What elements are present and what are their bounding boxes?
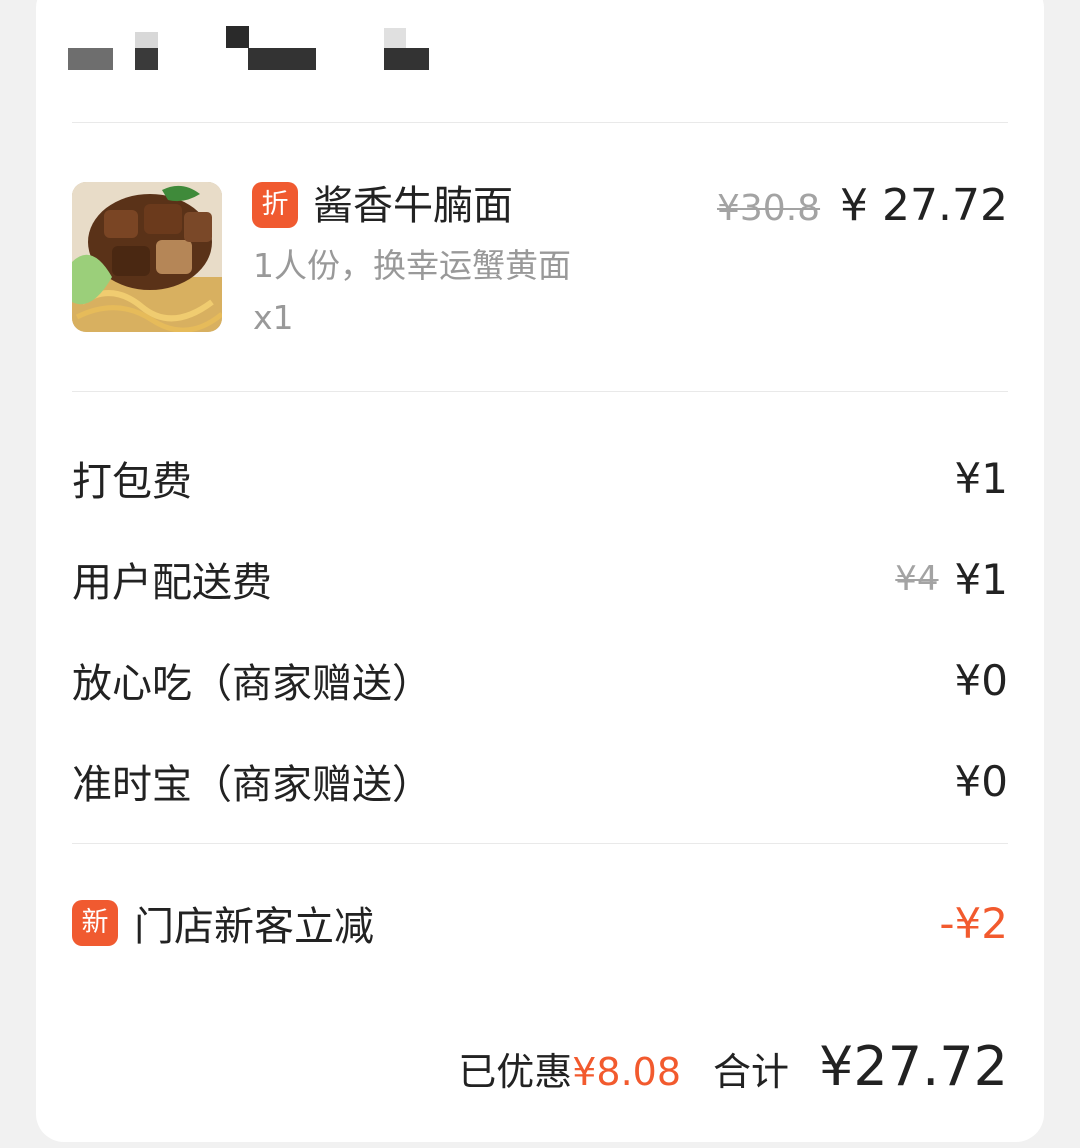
divider-fees: [72, 843, 1008, 844]
saved-label: 已优惠: [458, 1050, 573, 1094]
item-prices: ¥30.8 ¥ 27.72: [717, 180, 1008, 232]
divider-items: [72, 391, 1008, 392]
discount-label-group: 新 门店新客立减: [72, 894, 374, 952]
fee-value: ¥0: [955, 656, 1008, 705]
fee-label: 准时宝（商家赠送）: [72, 762, 432, 808]
fee-label: 放心吃（商家赠送）: [72, 661, 432, 707]
fee-value: ¥4 ¥1: [895, 555, 1008, 604]
item-quantity: x1: [253, 298, 294, 337]
food-photo-icon: [72, 182, 222, 332]
discount-row-new-customer: 新 门店新客立减 -¥2: [72, 893, 1008, 953]
fee-amount: ¥1: [954, 453, 1008, 503]
fee-label: 用户配送费: [72, 560, 272, 606]
discount-amount: -¥2: [939, 898, 1008, 948]
item-name: 酱香牛腩面: [313, 183, 513, 229]
new-customer-badge: 新: [72, 900, 118, 946]
fee-value: ¥0: [955, 757, 1008, 806]
saved-amount: ¥8.08: [572, 1050, 682, 1094]
fee-value: ¥1: [955, 454, 1008, 503]
fee-row-delivery: 用户配送费 ¥4 ¥1: [72, 549, 1008, 609]
item-spec: 1人份，换幸运蟹黄面: [253, 246, 571, 285]
fee-row-packaging: 打包费 ¥1: [72, 448, 1008, 508]
discount-badge: 折: [252, 182, 298, 228]
fee-row-safe-eat[interactable]: 放心吃（商家赠送） ¥0: [72, 650, 1008, 710]
fee-row-on-time-guarantee[interactable]: 准时宝（商家赠送） ¥0: [72, 751, 1008, 811]
item-original-price: ¥30.8: [716, 188, 821, 229]
fee-original-amount: ¥4: [895, 559, 939, 599]
fee-amount: ¥0: [954, 756, 1008, 806]
fee-label: 打包费: [72, 459, 192, 505]
order-summary: 已优惠 ¥8.08 合计 ¥27.72: [458, 1035, 1008, 1105]
fee-amount: ¥0: [954, 655, 1008, 705]
item-thumbnail[interactable]: [72, 182, 222, 332]
total-label: 合计: [713, 1050, 790, 1094]
item-price: ¥ 27.72: [840, 180, 1008, 231]
total-amount: ¥27.72: [819, 1035, 1008, 1098]
divider-top: [72, 122, 1008, 123]
store-name-obscured: [68, 26, 430, 72]
fee-amount: ¥1: [954, 554, 1008, 604]
discount-label: 门店新客立减: [134, 904, 374, 950]
